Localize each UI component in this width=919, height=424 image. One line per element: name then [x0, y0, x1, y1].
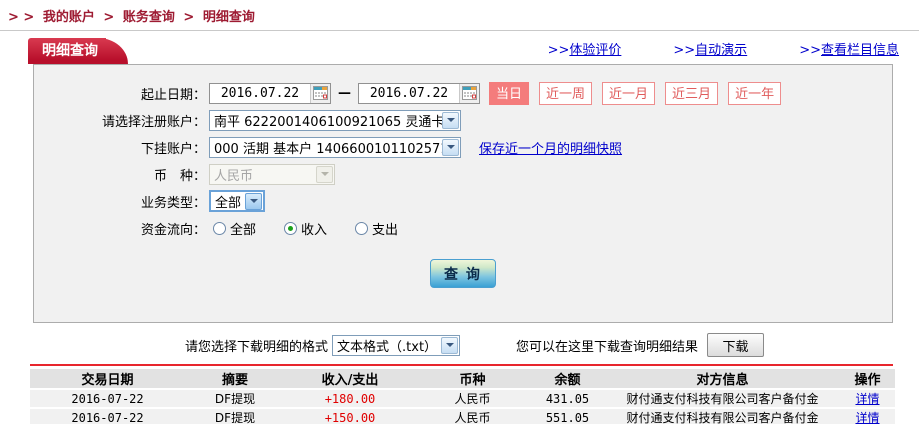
calendar-icon[interactable] [310, 83, 330, 103]
radio-icon [213, 221, 226, 235]
col-header-balance: 余额 [530, 369, 605, 390]
cell-counterparty: 财付通支付科技有限公司客户备付金 [605, 389, 840, 409]
download-row: 请您选择下载明细的格式 文本格式（.txt） 您可以在这里下载查询明细结果 下载 [185, 332, 919, 358]
col-header-action: 操作 [840, 369, 895, 390]
breadcrumb-separator: > [183, 10, 195, 25]
col-header-currency: 币种 [415, 369, 530, 390]
breadcrumb-prefix: > > [8, 10, 35, 25]
tab-detail-query[interactable]: 明细查询 [28, 38, 128, 64]
link-experience-rating[interactable]: >>体验评价 [548, 39, 622, 58]
table-row: 2016-07-22 DF提现 +150.00 人民币 551.05 财付通支付… [30, 408, 895, 424]
sub-account-label: 下挂账户： [140, 141, 206, 157]
col-header-summary: 摘要 [185, 369, 285, 390]
sub-account-row: 下挂账户： 000 活期 基本户 1406600101102571848 保存近… [34, 136, 892, 158]
cell-currency: 人民币 [415, 408, 530, 424]
fund-flow-radio-group: 全部 收入 支出 [213, 219, 398, 238]
end-date-value: 2016.07.22 [369, 85, 449, 101]
breadcrumb: > > 我的账户 > 账务查询 > 明细查询 [0, 0, 919, 31]
radio-all[interactable]: 全部 [213, 219, 256, 238]
business-type-row: 业务类型： 全部 [34, 190, 892, 212]
quick-range-week-button[interactable]: 近一周 [539, 81, 593, 105]
chevron-down-icon [316, 165, 333, 183]
detail-link[interactable]: 详情 [855, 411, 879, 424]
business-type-label: 业务类型： [140, 195, 206, 211]
cell-summary: DF提现 [185, 389, 285, 409]
breadcrumb-separator: > [103, 10, 115, 25]
date-range-row: 起止日期： 2016.07.22 — 2016.07.22 当日 近一周 近一月… [34, 81, 892, 105]
table-row: 2016-07-22 DF提现 +180.00 人民币 431.05 财付通支付… [30, 389, 895, 409]
link-view-column-info[interactable]: >>查看栏目信息 [799, 39, 899, 58]
cell-balance: 431.05 [530, 389, 605, 409]
currency-label: 币 种： [153, 168, 206, 184]
red-divider [30, 364, 893, 366]
cell-date: 2016-07-22 [30, 408, 185, 424]
registered-account-label: 请选择注册账户： [101, 114, 206, 130]
cell-amount: +180.00 [285, 389, 415, 409]
business-type-select[interactable]: 全部 [209, 190, 265, 212]
radio-icon [355, 221, 369, 235]
end-date-input[interactable]: 2016.07.22 [358, 82, 480, 104]
cell-amount: +150.00 [285, 408, 415, 424]
save-monthly-snapshot-link[interactable]: 保存近一个月的明细快照 [479, 138, 622, 157]
quick-range-today-button[interactable]: 当日 [489, 81, 530, 105]
fund-flow-label: 资金流向： [140, 222, 206, 238]
query-button[interactable]: 查 询 [430, 259, 496, 288]
detail-link[interactable]: 详情 [855, 392, 879, 406]
calendar-icon[interactable] [459, 83, 479, 103]
chevron-down-icon [442, 111, 459, 129]
chevron-down-icon [245, 192, 262, 210]
download-button[interactable]: 下载 [707, 333, 765, 357]
cell-balance: 551.05 [530, 408, 605, 424]
link-auto-demo[interactable]: >>自动演示 [673, 39, 747, 58]
start-date-value: 2016.07.22 [220, 85, 300, 101]
sub-account-select[interactable]: 000 活期 基本户 1406600101102571848 [209, 136, 461, 158]
radio-expense[interactable]: 支出 [355, 219, 398, 238]
quick-range-year-button[interactable]: 近一年 [728, 81, 782, 105]
col-header-amount: 收入/支出 [285, 369, 415, 390]
date-range-separator: — [338, 85, 351, 101]
cell-counterparty: 财付通支付科技有限公司客户备付金 [605, 408, 840, 424]
quick-range-buttons: 当日 近一周 近一月 近三月 近一年 [489, 81, 782, 105]
chevron-down-icon [442, 138, 459, 156]
download-hint: 您可以在这里下载查询明细结果 [516, 339, 699, 355]
cell-currency: 人民币 [415, 389, 530, 409]
date-range-label: 起止日期： [140, 87, 206, 103]
breadcrumb-item-detail-query: 明细查询 [202, 10, 255, 25]
quick-range-3months-button[interactable]: 近三月 [665, 81, 719, 105]
fund-flow-row: 资金流向： 全部 收入 支出 [34, 218, 892, 238]
table-header-row: 交易日期 摘要 收入/支出 币种 余额 对方信息 操作 [30, 369, 895, 390]
col-header-counterparty: 对方信息 [605, 369, 840, 390]
tab-bar: 明细查询 >>体验评价 >>自动演示 >>查看栏目信息 [0, 38, 919, 64]
cell-summary: DF提现 [185, 408, 285, 424]
download-format-label: 请您选择下载明细的格式 [185, 339, 329, 355]
transaction-table: 交易日期 摘要 收入/支出 币种 余额 对方信息 操作 2016-07-22 D… [30, 369, 895, 424]
start-date-input[interactable]: 2016.07.22 [209, 82, 331, 104]
col-header-date: 交易日期 [30, 369, 185, 390]
currency-select: 人民币 [209, 163, 335, 185]
radio-checked-icon [284, 221, 298, 235]
header-links: >>体验评价 >>自动演示 >>查看栏目信息 [548, 39, 919, 64]
registered-account-row: 请选择注册账户： 南平 6222001406100921065 灵通卡 [34, 109, 892, 131]
registered-account-select[interactable]: 南平 6222001406100921065 灵通卡 [209, 109, 461, 131]
breadcrumb-item-account-query[interactable]: 账务查询 [123, 10, 175, 25]
cell-date: 2016-07-22 [30, 389, 185, 409]
quick-range-month-button[interactable]: 近一月 [602, 81, 656, 105]
radio-income[interactable]: 收入 [284, 219, 327, 238]
chevron-down-icon [441, 336, 459, 354]
download-format-select[interactable]: 文本格式（.txt） [332, 334, 461, 356]
query-form-panel: 起止日期： 2016.07.22 — 2016.07.22 当日 近一周 近一月… [33, 64, 893, 323]
breadcrumb-item-my-account[interactable]: 我的账户 [43, 10, 95, 25]
currency-row: 币 种： 人民币 [34, 163, 892, 185]
